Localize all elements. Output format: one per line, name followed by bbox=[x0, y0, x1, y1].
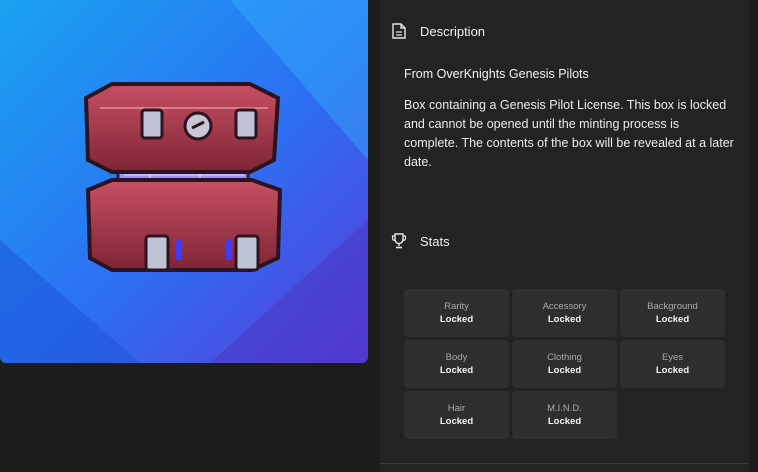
description-header: Description bbox=[390, 22, 485, 40]
trophy-icon bbox=[390, 232, 408, 250]
stat-value: Locked bbox=[439, 416, 474, 427]
stats-header: Stats bbox=[390, 232, 450, 250]
stat-value: Locked bbox=[439, 314, 474, 325]
stat-label: Accessory bbox=[542, 301, 587, 312]
stat-value: Locked bbox=[547, 314, 582, 325]
stat-clothing: Clothing Locked bbox=[512, 340, 617, 388]
stat-rarity: Rarity Locked bbox=[404, 289, 509, 337]
stat-label: Clothing bbox=[547, 352, 582, 363]
stat-label: Eyes bbox=[661, 352, 684, 363]
stats-grid: Rarity Locked Accessory Locked Backgroun… bbox=[404, 289, 726, 439]
stat-label: Hair bbox=[447, 403, 466, 414]
stat-eyes: Eyes Locked bbox=[620, 340, 725, 388]
collection-source: From OverKnights Genesis Pilots bbox=[404, 67, 589, 81]
stat-hair: Hair Locked bbox=[404, 391, 509, 439]
description-heading: Description bbox=[420, 23, 486, 39]
locked-box-illustration bbox=[0, 0, 368, 363]
stats-heading: Stats bbox=[420, 233, 450, 249]
stat-value: Locked bbox=[655, 365, 690, 376]
stat-accessory: Accessory Locked bbox=[512, 289, 617, 337]
stat-value: Locked bbox=[439, 365, 474, 376]
nft-artwork bbox=[0, 0, 368, 363]
description-text: Box containing a Genesis Pilot License. … bbox=[404, 98, 734, 169]
stat-label: Body bbox=[445, 352, 468, 363]
divider bbox=[380, 463, 749, 464]
details-panel: Description From OverKnights Genesis Pil… bbox=[380, 0, 749, 472]
stat-value: Locked bbox=[547, 416, 582, 427]
stat-value: Locked bbox=[547, 365, 582, 376]
stat-label: Rarity bbox=[444, 301, 469, 312]
stat-mind: M.I.N.D. Locked bbox=[512, 391, 617, 439]
stat-value: Locked bbox=[655, 314, 690, 325]
stat-label: Background bbox=[647, 301, 698, 312]
stat-background: Background Locked bbox=[620, 289, 725, 337]
stat-label: M.I.N.D. bbox=[547, 403, 582, 414]
document-icon bbox=[390, 22, 408, 40]
stat-body: Body Locked bbox=[404, 340, 509, 388]
